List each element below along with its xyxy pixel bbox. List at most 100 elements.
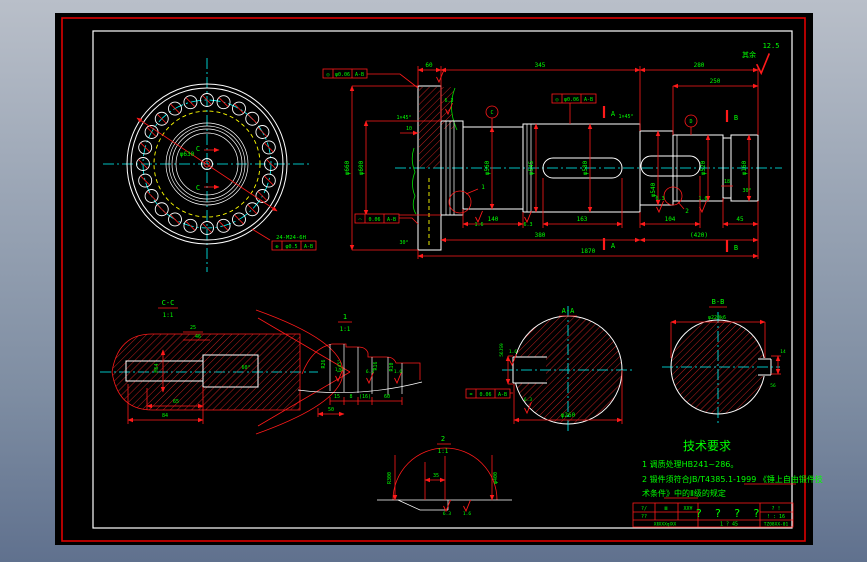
- dim-label: 1:1: [163, 312, 174, 319]
- dim-label: R26: [321, 359, 327, 368]
- dim-label: 1.6: [463, 511, 471, 517]
- dim-label: 30°: [742, 188, 751, 194]
- part-name: ? ? ? ?: [695, 507, 762, 520]
- tb-cell-right1: ? !: [771, 506, 780, 512]
- dim-label: φ260: [561, 412, 576, 419]
- flange-section-hatch: [419, 87, 440, 168]
- feature-frame: ◎ φ0.06 A-B: [322, 68, 368, 79]
- feature-frame: ⊕ φ0.5 A-B: [271, 240, 317, 251]
- dim-label: (420): [690, 232, 708, 239]
- dim-label: φ520: [700, 160, 707, 175]
- dim-label: C-C: [162, 299, 175, 307]
- dim-label: φ600: [358, 160, 365, 175]
- dim-label: φ400: [493, 472, 499, 484]
- feature-frame-cell: A-B: [304, 244, 313, 250]
- feature-frame-cell: ⌒: [358, 217, 361, 223]
- dim-label: 8: [349, 394, 352, 400]
- feature-frame-cell: ⊕: [275, 244, 278, 250]
- dim-label: φ160: [741, 160, 748, 175]
- dim-label: 45: [736, 216, 744, 223]
- dim-label: (16): [359, 394, 371, 400]
- dim-label: 1.6: [335, 367, 343, 373]
- tb-cell-r2c1: ??: [641, 514, 647, 520]
- dim-label: 380: [535, 232, 546, 239]
- dim-label: 250: [710, 78, 721, 85]
- dim-label: 6.3: [523, 222, 532, 228]
- dim-label: 60: [384, 394, 390, 400]
- feature-frame-cell: A-B: [498, 392, 507, 398]
- dim-label: 1870: [581, 248, 596, 255]
- dim-label: 1.6: [698, 196, 707, 202]
- feature-frame-cell: A-B: [584, 97, 593, 103]
- feature-frame-cell: A-B: [355, 72, 364, 78]
- dim-label: 25: [190, 325, 196, 331]
- dim-label: 60°: [241, 365, 250, 371]
- feature-frame-cell: A-B: [387, 217, 396, 223]
- feature-frame-cell: φ0.06: [564, 97, 579, 103]
- tb-cell-r1c1: ?/: [641, 506, 647, 512]
- cc-hatched-body: [111, 333, 301, 411]
- tb-cell-bottom-left: XⅡXXXqⅠXX: [654, 522, 677, 528]
- dim-label: 10: [406, 126, 412, 132]
- dim-label: φ560: [484, 160, 491, 175]
- dim-label: C: [490, 110, 493, 116]
- dim-label: 1.6: [509, 349, 517, 355]
- tech-req-item-2: 2 锻件须符合JB/T4385.1-1999 《锤上自由锻件技: [642, 474, 823, 484]
- tb-cell-right2: ! : 16: [767, 514, 785, 520]
- dim-label: 35: [433, 473, 439, 479]
- dim-label: 2: [441, 435, 445, 443]
- tb-cell-bottom-mid: 1 ? 45: [720, 522, 738, 528]
- dim-label: 50: [328, 407, 334, 413]
- dim-label: 30°: [399, 240, 408, 246]
- dim-label: φ540: [650, 182, 657, 197]
- dim-label: C: [196, 184, 200, 192]
- dim-label: 1:1: [438, 448, 449, 455]
- dim-label: M64: [154, 363, 160, 372]
- dim-label: 84: [162, 413, 168, 419]
- dim-label: 6.3: [444, 98, 453, 104]
- dim-label: R300: [387, 472, 393, 484]
- dim-label: 15: [334, 394, 340, 400]
- dim-label: B: [734, 244, 738, 252]
- dim-label: 14: [780, 349, 786, 355]
- dim-label: 280: [694, 62, 705, 69]
- cad-viewport[interactable]: 技术要求 1 调质处理HB241~286。 2 锻件须符合JB/T4385.1-…: [0, 0, 867, 562]
- dim-label: 1.6: [474, 222, 483, 228]
- feature-frame: ◎ φ0.06 A-B: [551, 93, 597, 104]
- feature-frame: ⌒ 0.06 A-B: [354, 213, 400, 224]
- dim-label: 104: [665, 216, 676, 223]
- dim-label: 6.3: [524, 397, 532, 403]
- dim-label: 65: [173, 399, 179, 405]
- tech-req-item-1: 1 调质处理HB241~286。: [642, 459, 738, 469]
- dim-label: φ545: [528, 160, 535, 175]
- tech-req-title: 技术要求: [683, 439, 731, 453]
- dim-label: 6.3: [443, 511, 451, 517]
- dim-label: 1: [343, 313, 347, 321]
- dim-label: 46: [195, 334, 201, 340]
- dim-label: φ630: [180, 151, 195, 158]
- dim-label: 24-M24-6H: [276, 235, 306, 241]
- dim-label: 18: [724, 179, 730, 185]
- feature-frame-cell: ◎: [555, 97, 558, 103]
- dim-label: D: [689, 119, 692, 125]
- feature-frame-cell: =: [469, 392, 472, 398]
- dim-label: φ220k6: [708, 315, 726, 321]
- dim-label: 6.3: [655, 196, 664, 202]
- tb-cell-r1c3: XX¥: [683, 506, 692, 512]
- drawing-number: TZ08XX-01: [764, 522, 789, 528]
- dim-label: 140: [488, 216, 499, 223]
- tech-req-item-3: 术条件》中的Ⅱ级的规定: [642, 488, 726, 498]
- feature-frame-cell: φ0.06: [335, 72, 350, 78]
- dim-label: 163: [577, 216, 588, 223]
- dim-label: 1×45°: [396, 115, 411, 121]
- dim-label: 1.6: [394, 369, 402, 375]
- feature-frame: = 0.06 A-B: [465, 388, 511, 399]
- feature-frame-cell: 0.06: [368, 217, 380, 223]
- dim-label: 12.5: [763, 42, 780, 50]
- dim-label: 345: [535, 62, 546, 69]
- dim-label: B: [734, 114, 738, 122]
- feature-frame-cell: ◎: [326, 72, 329, 78]
- dim-label: 1: [481, 184, 485, 191]
- dim-label: 6.3: [366, 369, 374, 375]
- dim-label: 2: [685, 208, 689, 215]
